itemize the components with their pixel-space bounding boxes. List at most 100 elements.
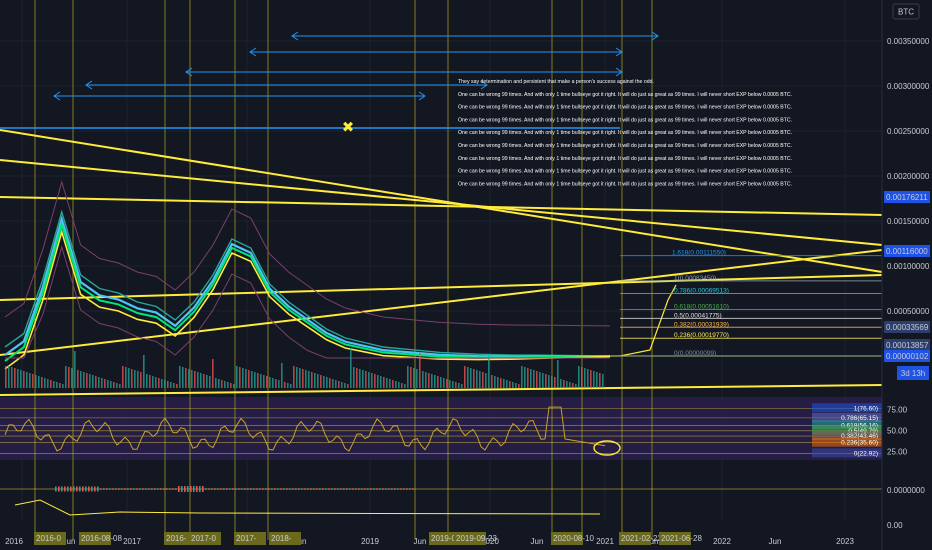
volume-bar bbox=[527, 368, 529, 388]
macd-histogram-bar bbox=[295, 488, 297, 490]
macd-histogram-bar bbox=[283, 488, 285, 490]
volume-bar bbox=[113, 382, 115, 388]
volume-bar bbox=[599, 373, 601, 388]
date-marker-label: 2021-06-28 bbox=[661, 534, 702, 543]
volume-bar bbox=[254, 372, 256, 388]
volume-bar bbox=[545, 374, 547, 388]
volume-bar bbox=[536, 371, 538, 388]
volume-bar bbox=[443, 378, 445, 388]
macd-histogram-bar bbox=[307, 488, 309, 490]
macd-histogram-bar bbox=[301, 488, 303, 490]
macd-histogram-bar bbox=[319, 488, 321, 490]
macd-histogram-bar bbox=[145, 488, 147, 490]
volume-bar bbox=[146, 374, 148, 388]
macd-histogram-bar bbox=[271, 488, 273, 490]
annotation-note: One can be wrong 99 times. And with only… bbox=[458, 169, 792, 175]
macd-histogram-bar bbox=[226, 488, 228, 490]
volume-bar bbox=[392, 380, 394, 388]
rsi-tick-label: 25.00 bbox=[887, 448, 908, 457]
volume-bar bbox=[104, 379, 106, 388]
volume-bar bbox=[488, 356, 490, 388]
volume-bar bbox=[71, 368, 73, 388]
volume-bar bbox=[35, 375, 37, 388]
macd-histogram-bar bbox=[121, 488, 123, 490]
macd-histogram-bar bbox=[370, 488, 372, 490]
volume-bar bbox=[524, 367, 526, 388]
volume-bar bbox=[194, 371, 196, 388]
macd-histogram-bar bbox=[349, 488, 351, 490]
volume-bar bbox=[137, 371, 139, 388]
macd-histogram-bar bbox=[322, 488, 324, 490]
cross-marker: ✕ bbox=[343, 120, 353, 134]
volume-bar bbox=[44, 378, 46, 388]
macd-histogram-bar bbox=[55, 486, 57, 492]
volume-bar bbox=[131, 369, 133, 388]
macd-histogram-bar bbox=[403, 488, 405, 490]
volume-bar bbox=[416, 369, 418, 388]
volume-bar bbox=[119, 384, 121, 388]
volume-bar bbox=[95, 376, 97, 388]
volume-bar bbox=[464, 366, 466, 388]
volume-bar bbox=[20, 370, 22, 388]
macd-histogram-bar bbox=[409, 488, 411, 490]
time-tick-label: Jun bbox=[414, 537, 427, 546]
macd-histogram-bar bbox=[214, 488, 216, 490]
macd-histogram-bar bbox=[94, 486, 96, 492]
volume-bar bbox=[38, 376, 40, 388]
volume-bar bbox=[350, 348, 352, 388]
volume-bar bbox=[425, 372, 427, 388]
macd-histogram-bar bbox=[253, 488, 255, 490]
volume-bar bbox=[302, 369, 304, 388]
volume-bar bbox=[521, 366, 523, 388]
macd-histogram-bar bbox=[118, 488, 120, 490]
macd-histogram-bar bbox=[400, 488, 402, 490]
rsi-panel-background bbox=[0, 397, 882, 460]
trading-chart[interactable]: ✕ 1.618(0.00111550) 1(0.00083450) 0.786(0.… bbox=[0, 0, 932, 550]
volume-bar bbox=[404, 384, 406, 388]
volume-bar bbox=[77, 370, 79, 388]
macd-histogram-bar bbox=[358, 488, 360, 490]
volume-bar bbox=[317, 374, 319, 388]
macd-histogram-bar bbox=[406, 488, 408, 490]
macd-histogram-bar bbox=[79, 486, 81, 492]
macd-histogram-bar bbox=[376, 488, 378, 490]
volume-bar bbox=[299, 368, 301, 388]
volume-bar bbox=[80, 371, 82, 388]
macd-histogram-bar bbox=[352, 488, 354, 490]
volume-bar bbox=[218, 379, 220, 388]
volume-bar bbox=[149, 375, 151, 388]
volume-bar bbox=[344, 383, 346, 388]
rsi-fib-label: 0.236(35.60) bbox=[841, 440, 878, 447]
volume-bar bbox=[65, 366, 67, 388]
annotation-note: One can be wrong 99 times. And with only… bbox=[458, 117, 792, 123]
macd-histogram-bar bbox=[247, 488, 249, 490]
fib-level-label: 0.618(0.00051610) bbox=[674, 304, 729, 311]
volume-bar bbox=[590, 370, 592, 388]
macd-histogram-bar bbox=[331, 488, 333, 490]
volume-bar bbox=[383, 377, 385, 388]
volume-bar bbox=[305, 370, 307, 388]
date-marker-label: 2017-0 bbox=[191, 534, 216, 543]
volume-bar bbox=[200, 373, 202, 388]
volume-bar bbox=[152, 376, 154, 388]
volume-bar bbox=[446, 379, 448, 388]
date-marker-label: 2021-02-22 bbox=[621, 534, 662, 543]
annotation-notes[interactable]: They say determination and persistent th… bbox=[458, 79, 792, 187]
time-tick-label: 2016 bbox=[5, 537, 23, 546]
volume-bar bbox=[83, 372, 85, 388]
fib-level-label: 0.382(0.00031939) bbox=[674, 321, 729, 328]
macd-histogram-bar bbox=[154, 488, 156, 490]
volume-bar bbox=[203, 374, 205, 388]
volume-bar bbox=[440, 377, 442, 388]
macd-histogram-bar bbox=[313, 488, 315, 490]
volume-bar bbox=[449, 380, 451, 388]
volume-bar bbox=[422, 371, 424, 388]
volume-bar bbox=[491, 375, 493, 388]
currency-label: BTC bbox=[898, 8, 914, 17]
volume-bar bbox=[434, 375, 436, 388]
macd-histogram-bar bbox=[235, 488, 237, 490]
countdown-label: 3d 13h bbox=[901, 369, 925, 378]
price-tag-label: 0.00013857 bbox=[886, 341, 929, 350]
macd-histogram-bar bbox=[103, 488, 105, 490]
volume-bar bbox=[551, 376, 553, 388]
